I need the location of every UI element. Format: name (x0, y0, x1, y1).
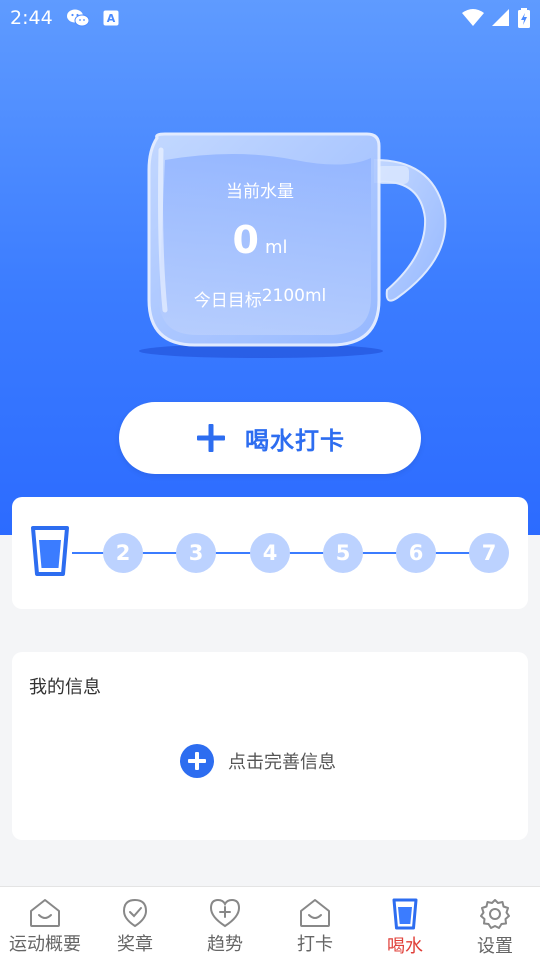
daily-goal: 今日目标 2100 ml (135, 286, 385, 311)
nav-item-exercise-summary[interactable]: 运动概要 (0, 887, 90, 960)
daily-goal-unit: ml (304, 286, 327, 306)
nav-item-medals[interactable]: 奖章 (90, 887, 180, 960)
nav-label-medals: 奖章 (117, 934, 153, 955)
water-cup-graphic: 当前水量 0 ml 今日目标 2100 ml (135, 130, 455, 370)
plus-icon (197, 424, 225, 452)
drink-checkin-button[interactable]: 喝水打卡 (119, 402, 421, 474)
day-dot-5[interactable]: 5 (323, 533, 363, 573)
nav-item-settings[interactable]: 设置 (450, 887, 540, 960)
status-bar: 2:44 A (0, 0, 540, 36)
nav-label-drink-water: 喝水 (387, 936, 423, 957)
cup-icon[interactable] (30, 525, 70, 577)
wifi-icon (462, 9, 484, 26)
day-dot-2[interactable]: 2 (103, 533, 143, 573)
wechat-icon (66, 9, 89, 27)
complete-info-label: 点击完善信息 (228, 752, 336, 773)
day-dot-6[interactable]: 6 (396, 533, 436, 573)
drink-checkin-label: 喝水打卡 (245, 426, 345, 455)
heart-plus-icon (209, 898, 241, 928)
nav-label-trends: 趋势 (207, 934, 243, 955)
current-water-value: 0 (232, 218, 259, 262)
daily-goal-value: 2100 (261, 286, 305, 306)
water-cup-icon (392, 898, 418, 930)
day-dot-3[interactable]: 3 (176, 533, 216, 573)
nav-label-exercise-summary: 运动概要 (9, 934, 81, 955)
nav-item-drink-water[interactable]: 喝水 (360, 887, 450, 960)
bottom-nav: 运动概要 奖章 趋势 打卡 喝水 设置 (0, 886, 540, 960)
nav-label-settings: 设置 (477, 936, 513, 957)
current-water-label: 当前水量 (226, 182, 294, 202)
current-water-unit: ml (264, 237, 288, 258)
signal-icon (492, 9, 509, 26)
my-info-card: 我的信息 点击完善信息 (12, 652, 528, 840)
plus-circle-icon (180, 744, 214, 778)
daily-goal-label: 今日目标 (193, 291, 262, 311)
nav-label-checkin: 打卡 (297, 934, 333, 955)
weekly-progress-card: 2 3 4 5 6 7 (12, 497, 528, 609)
check-badge-icon (122, 898, 148, 928)
my-info-title: 我的信息 (29, 677, 101, 698)
svg-text:A: A (106, 12, 115, 25)
status-time: 2:44 (10, 7, 53, 29)
house-smile-icon (30, 899, 60, 927)
house-smile-icon (300, 899, 330, 927)
complete-info-button[interactable]: 点击完善信息 (180, 744, 336, 778)
day-dot-4[interactable]: 4 (250, 533, 290, 573)
nav-item-trends[interactable]: 趋势 (180, 887, 270, 960)
accessibility-a-icon: A (103, 10, 119, 26)
nav-item-checkin[interactable]: 打卡 (270, 887, 360, 960)
battery-icon (518, 8, 530, 28)
day-dot-7[interactable]: 7 (469, 533, 509, 573)
gear-icon (480, 899, 510, 929)
